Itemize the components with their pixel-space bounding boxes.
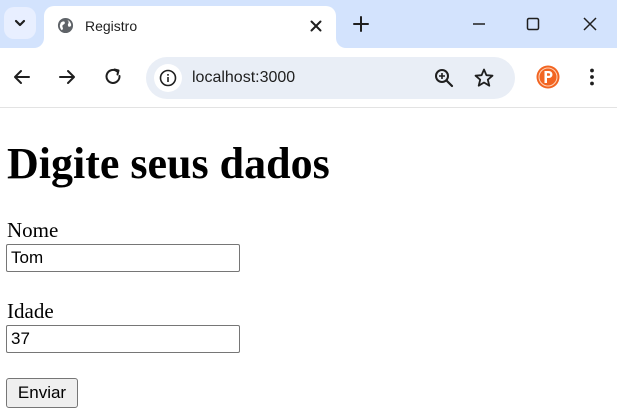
- age-input[interactable]: [6, 325, 240, 353]
- url-text[interactable]: localhost:3000: [192, 68, 295, 88]
- name-label: Nome: [7, 218, 59, 242]
- browser-tab-registro[interactable]: Registro: [44, 6, 336, 48]
- tab-title: Registro: [85, 18, 138, 34]
- close-icon[interactable]: [306, 16, 326, 36]
- age-label: Idade: [7, 299, 54, 323]
- zoom-in-icon[interactable]: [433, 67, 455, 89]
- browser-tab-strip: Registro: [0, 0, 617, 48]
- page-content: Digite seus dados Nome Idade Enviar: [0, 108, 617, 415]
- back-icon[interactable]: [10, 65, 34, 89]
- browser-toolbar: localhost:3000: [0, 48, 617, 108]
- new-tab-button[interactable]: [349, 12, 373, 36]
- submit-button[interactable]: Enviar: [6, 378, 78, 408]
- window-close-icon[interactable]: [578, 12, 602, 36]
- tab-search-button[interactable]: [4, 7, 36, 39]
- kebab-menu-icon[interactable]: [580, 65, 604, 89]
- forward-icon[interactable]: [55, 65, 79, 89]
- page-title: Digite seus dados: [7, 139, 330, 188]
- address-bar[interactable]: localhost:3000: [146, 57, 515, 99]
- maximize-icon[interactable]: [521, 12, 545, 36]
- minimize-icon[interactable]: [467, 12, 491, 36]
- name-input[interactable]: [6, 244, 240, 272]
- globe-icon: [57, 17, 74, 34]
- extension-p-icon[interactable]: [536, 65, 560, 89]
- plus-icon: [353, 16, 369, 32]
- chevron-down-icon: [14, 19, 26, 27]
- info-icon: [159, 69, 177, 87]
- reload-icon[interactable]: [101, 65, 125, 89]
- site-info-button[interactable]: [154, 64, 182, 92]
- star-icon[interactable]: [473, 67, 495, 89]
